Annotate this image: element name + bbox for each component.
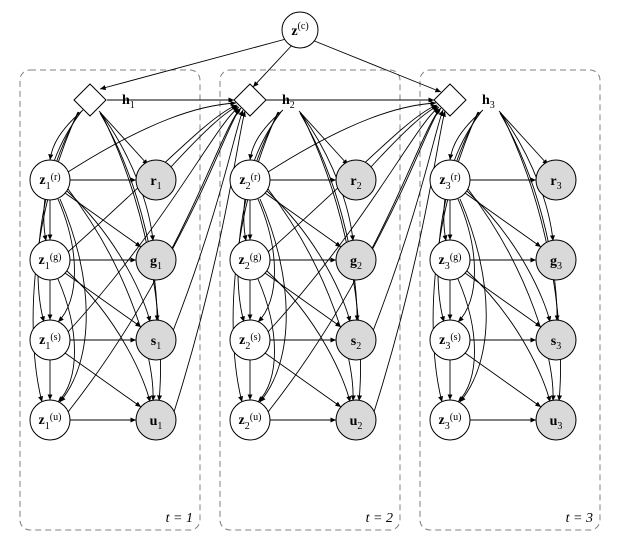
bn-diagram: z(c) h1 z1(r) r1 z1(g) g1 z1(s) s1 z1(u)…: [0, 0, 620, 548]
plate-t2: [220, 70, 400, 530]
plate-t1: [20, 70, 200, 530]
label-h2: h2: [282, 93, 295, 111]
plate-label-2: t = 2: [366, 511, 393, 526]
plate-label-3: t = 3: [566, 511, 593, 526]
edge-zc-h2: [253, 43, 294, 87]
label-h3: h3: [482, 93, 495, 111]
nodes-t2: h2 z2(r) r2 z2(g) g2 z2(s) s2 z2(u) u2: [230, 84, 376, 440]
plate-t3: [420, 70, 600, 530]
edge-s2-h3: [373, 110, 443, 331]
edge-zc-h3: [312, 40, 441, 92]
plate-label-1: t = 1: [166, 511, 193, 526]
nodes-t3: h3 z3(r) r3 z3(g) g3 z3(s) s3 z3(u) u3: [430, 84, 576, 440]
label-h1: h1: [122, 93, 135, 111]
nodes-t1: h1 z1(r) r1 z1(g) g1 z1(s) s1 z1(u) u1: [30, 84, 176, 440]
edge-s1-h2: [173, 110, 243, 331]
